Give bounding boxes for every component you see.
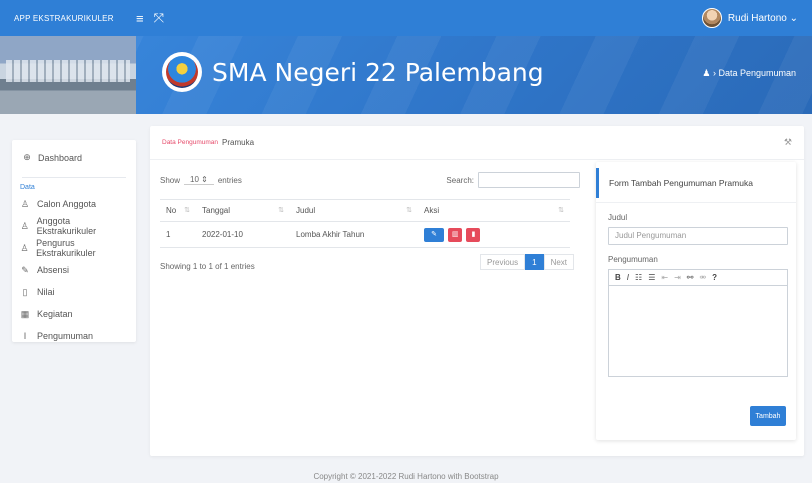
cell-no: 1 — [160, 221, 196, 248]
judul-input[interactable]: Judul Pengumuman — [608, 227, 788, 245]
sidebar-item-calon-anggota[interactable]: ♙ Calon Anggota — [12, 193, 136, 215]
user-outline-icon: ♙ — [20, 242, 29, 253]
main-card: Data Pengumuman Pramuka ⚒ Show 10 ⇕ entr… — [150, 126, 804, 456]
unordered-list-icon[interactable]: ☰ — [648, 273, 655, 282]
sidebar: ⊕ Dashboard Data ♙ Calon Anggota ♙ Anggo… — [12, 140, 136, 342]
form-title: Form Tambah Pengumuman Pramuka — [596, 168, 796, 198]
outdent-icon[interactable]: ⇤ — [661, 273, 668, 282]
unlink-icon[interactable]: ⚮ — [699, 273, 706, 282]
sidebar-item-label: Calon Anggota — [37, 199, 97, 209]
sidebar-item-pengurus[interactable]: ♙ Pengurus Ekstrakurikuler — [12, 237, 136, 259]
page-1-button[interactable]: 1 — [525, 254, 544, 270]
ordered-list-icon[interactable]: ☷ — [635, 273, 642, 282]
sort-icon: ⇅ — [184, 207, 190, 214]
sidebar-item-label: Dashboard — [38, 152, 83, 163]
menu-toggle-icon[interactable]: ≡ — [136, 11, 144, 26]
entries-length-value: 10 — [190, 175, 199, 184]
app-brand[interactable]: APP EKSTRAKURIKULER — [0, 14, 136, 23]
pengumuman-editor[interactable]: B I ☷ ☰ ⇤ ⇥ ⚯ ⚮ ? — [608, 269, 788, 377]
card-tag: Data Pengumuman — [162, 139, 219, 146]
user-outline-icon: ♙ — [20, 220, 29, 231]
sort-icon: ⇅ — [406, 207, 412, 214]
avatar — [701, 8, 722, 28]
breadcrumb-current: › Data Pengumuman — [712, 68, 796, 78]
sidebar-item-pengumuman[interactable]: I Pengumuman — [12, 325, 136, 347]
edit-square-icon: ✎ — [21, 264, 29, 275]
column-header-judul[interactable]: Judul ⇅ — [290, 199, 418, 222]
help-icon[interactable]: ? — [712, 273, 717, 282]
page-title: Pramuka — [222, 138, 255, 147]
edit-button[interactable]: ✎ — [424, 227, 444, 242]
sidebar-item-nilai[interactable]: ▯ Nilai — [12, 281, 136, 303]
previous-button[interactable]: Previous — [480, 254, 526, 270]
trash-icon: ▥ — [451, 230, 459, 238]
judul-label: Judul — [608, 213, 628, 222]
column-header-aksi[interactable]: Aksi ⇅ — [418, 199, 570, 222]
user-name: Rudi Hartono ⌄ — [727, 12, 798, 24]
fullscreen-icon[interactable]: ⤧ — [154, 10, 164, 26]
school-logo — [162, 52, 202, 92]
delete-button[interactable]: ▥ — [448, 227, 463, 242]
card-header: Data Pengumuman Pramuka ⚒ — [150, 126, 804, 160]
data-table: No ⇅ Tanggal ⇅ Judul ⇅ Aksi ⇅ 1 2022-01-10 L… — [160, 199, 570, 248]
user-menu[interactable]: Rudi Hartono ⌄ — [701, 8, 812, 28]
search-input[interactable] — [478, 172, 580, 188]
pengumuman-label: Pengumuman — [608, 255, 658, 264]
file-icon: ▮ — [471, 230, 476, 238]
editor-toolbar: B I ☷ ☰ ⇤ ⇥ ⚯ ⚮ ? — [609, 270, 787, 286]
detail-button[interactable]: ▮ — [466, 227, 481, 242]
sort-icon: ⇅ — [278, 207, 284, 214]
tambah-button[interactable]: Tambah — [750, 406, 786, 426]
sidebar-item-label: Anggota Ekstrakurikuler — [36, 216, 97, 236]
pencil-icon: ✎ — [431, 230, 437, 238]
breadcrumb: ♟ › Data Pengumuman — [702, 68, 796, 79]
dashboard-icon: ⊕ — [23, 152, 31, 162]
school-name: SMA Negeri 22 Palembang — [212, 58, 544, 87]
italic-icon[interactable]: I — [627, 273, 629, 282]
user-outline-icon: ♙ — [20, 198, 30, 209]
table-info: Showing 1 to 1 of 1 entries — [160, 262, 255, 271]
entries-length-select[interactable]: 10 ⇕ — [184, 175, 214, 185]
school-photo — [0, 36, 136, 114]
sidebar-item-label: Absensi — [37, 265, 70, 275]
sidebar-item-dashboard[interactable]: ⊕ Dashboard — [12, 140, 136, 163]
sidebar-item-label: Pengumuman — [37, 331, 94, 341]
cell-judul: Lomba Akhir Tahun — [290, 221, 418, 248]
column-header-tanggal[interactable]: Tanggal ⇅ — [196, 199, 290, 222]
link-icon[interactable]: ⚯ — [687, 273, 694, 282]
sort-updown-icon: ⇕ — [201, 175, 208, 184]
show-label: Show — [160, 175, 181, 185]
book-icon: ▯ — [22, 286, 28, 297]
cell-aksi: ✎ ▥ ▮ — [418, 221, 570, 248]
sidebar-item-label: Nilai — [37, 287, 55, 297]
entries-label: entries — [217, 175, 242, 185]
sidebar-item-kegiatan[interactable]: ▦ Kegiatan — [12, 303, 136, 325]
pagination: Previous 1 Next — [480, 254, 575, 270]
cell-tanggal: 2022-01-10 — [196, 221, 290, 248]
info-icon: I — [23, 331, 27, 341]
header-banner: SMA Negeri 22 Palembang ♟ › Data Pengumu… — [0, 36, 812, 114]
wrench-icon[interactable]: ⚒ — [784, 137, 792, 148]
sidebar-item-absensi[interactable]: ✎ Absensi — [12, 259, 136, 281]
sidebar-item-label: Pengurus Ekstrakurikuler — [36, 238, 96, 258]
table-controls: Show 10 ⇕ entries Search: — [160, 172, 580, 188]
footer-copyright: Copyright © 2021-2022 Rudi Hartono with … — [313, 472, 499, 481]
calendar-icon: ▦ — [20, 308, 30, 319]
sidebar-section-label: Data — [20, 184, 35, 191]
search-label: Search: — [446, 175, 474, 185]
table-row: 1 2022-01-10 Lomba Akhir Tahun ✎ ▥ ▮ — [160, 221, 570, 248]
top-navbar: APP EKSTRAKURIKULER ≡ ⤧ Rudi Hartono ⌄ — [0, 0, 812, 36]
column-header-no[interactable]: No ⇅ — [160, 199, 196, 222]
next-button[interactable]: Next — [543, 254, 575, 270]
user-icon: ♟ — [702, 68, 711, 78]
sort-icon: ⇅ — [558, 207, 564, 214]
sidebar-item-anggota[interactable]: ♙ Anggota Ekstrakurikuler — [12, 215, 136, 237]
sidebar-item-label: Kegiatan — [37, 309, 73, 319]
bold-icon[interactable]: B — [615, 273, 621, 282]
add-announcement-form: Form Tambah Pengumuman Pramuka Judul Jud… — [596, 162, 796, 440]
indent-icon[interactable]: ⇥ — [674, 273, 681, 282]
